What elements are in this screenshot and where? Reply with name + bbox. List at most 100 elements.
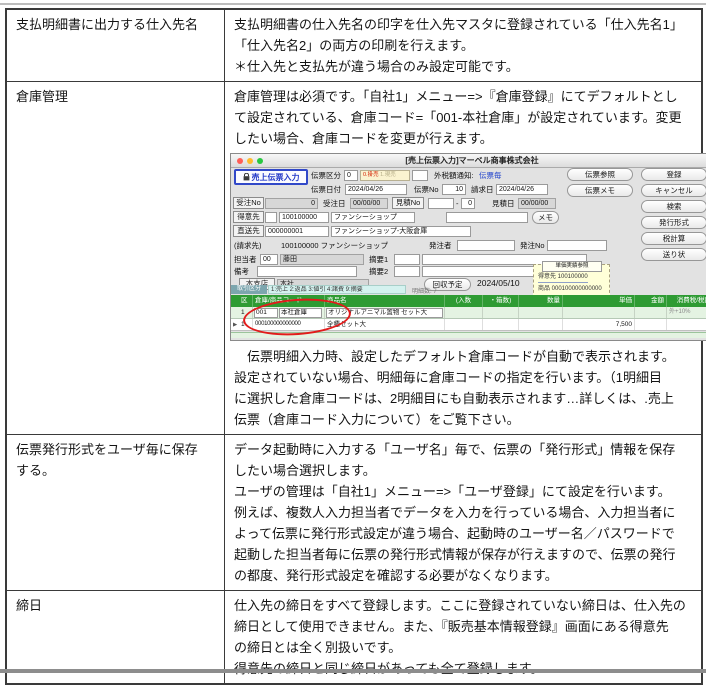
paragraph: 伝票明細入力時、設定したデフォルト倉庫コードが自動で表示されます。設定されていな… <box>234 346 697 430</box>
grid-header-hakosu: ・箱数) <box>483 295 519 307</box>
item-name: オリジナルアニマル置物 セット大 <box>326 308 443 318</box>
lock-icon <box>243 173 250 181</box>
tanka-tokuisaki: 得意先 100100000 <box>538 273 588 283</box>
item-code-cell: 000100000000000 <box>253 319 325 330</box>
grid-header-tanka: 単価 <box>563 295 635 307</box>
term-cell: 支払明細書に出力する仕入先名 <box>7 10 225 81</box>
tantosha-name-field: 藤田 <box>280 254 364 265</box>
tokuisaki-extra-field <box>446 212 528 223</box>
tax-notice-label: 外税額通知: <box>434 170 474 181</box>
suryo-cell <box>519 319 563 330</box>
tanka-jisseki-title: 単価実績参照 <box>542 261 602 272</box>
grid-row-warehouse: 1 001本社倉庫 オリジナルアニマル置物 セット大 外+10% <box>231 307 706 319</box>
tokuisaki-label: 得意先 <box>233 211 264 223</box>
tantosha-label: 担当者 <box>234 254 257 265</box>
hatchu-no-field <box>547 240 607 251</box>
denpyo-no-label: 伝票No <box>414 184 439 195</box>
mitsumori-no-field2: 0 <box>461 198 475 209</box>
tanka-cell: 7,500 <box>563 319 635 330</box>
current-row-pointer-icon: ▶ <box>231 319 239 330</box>
item-name-cell: 全種セット大 <box>325 319 445 330</box>
mitsumori-no-field1 <box>428 198 454 209</box>
embedded-screenshot: [売上伝票入力]マーベル商事株式会社 売上伝票入力 伝票区分 0 0.掛売 1.… <box>230 153 706 341</box>
item-name-cell: オリジナルアニマル置物 セット大 <box>325 307 445 318</box>
tax-notice-value: 伝票毎 <box>479 170 502 181</box>
desc-cell: データ起動時に入力する「ユーザ名」毎で、伝票の「発行形式」情報を保存したい場合選… <box>225 435 701 590</box>
toroku-button: 登録 <box>641 168 706 181</box>
row-pointer-cell <box>231 307 239 318</box>
top-divider <box>0 3 706 5</box>
torihiki-kubun-options: 1:売上 2:返品 3:値引 4:諸費 9:摘要 <box>268 285 406 294</box>
tantosha-code-field: 00 <box>260 254 278 265</box>
tanka-shohin: 商品 000100000000000 <box>538 285 602 294</box>
irisu-cell <box>445 319 483 330</box>
mode-button: 売上伝票入力 <box>234 169 308 185</box>
paragraph: 倉庫管理は必須です。「自社1」メニュー=>『倉庫登録』にてデフォルトとして設定さ… <box>234 86 697 149</box>
denpyo-kubun-label: 伝票区分 <box>311 170 341 181</box>
table-row: 支払明細書に出力する仕入先名 支払明細書の仕入先名の印字を仕入先マスタに登録され… <box>7 10 701 81</box>
biko-label: 備考 <box>234 266 249 277</box>
denpyo-date-label: 伝票日付 <box>311 184 341 195</box>
tokuisaki-subfield <box>265 212 277 223</box>
row-kubun-cell: 1 <box>239 307 253 318</box>
seikyusaki-value: 100100000 ファンシーショップ <box>281 240 388 251</box>
denpyo-no-field: 10 <box>442 184 466 195</box>
seikyu-date-label: 請求日 <box>471 184 494 195</box>
kaishu-yotei-date: 2024/05/10 <box>477 278 520 289</box>
grid-header-code: 倉庫/商品コード <box>253 295 325 307</box>
desc-cell: 倉庫管理は必須です。「自社1」メニュー=>『倉庫登録』にてデフォルトとして設定さ… <box>225 82 701 434</box>
hakko-keishiki-button: 発行形式 <box>641 216 706 229</box>
tokuisaki-name-field: ファンシーショップ <box>331 212 415 223</box>
grid-row-item: ▶ 1 000100000000000 全種セット大 7,500 <box>231 319 706 331</box>
denpyo-date-field: 2024/04/26 <box>345 184 407 195</box>
kensaku-button: 検索 <box>641 200 706 213</box>
mitsumori-no-label: 見積No <box>392 197 424 209</box>
grid-header: 区 倉庫/商品コード 商品名 (入数 ・箱数) 数量 単価 金額 消費税/税額 <box>231 295 706 307</box>
seikyu-date-field: 2024/04/26 <box>496 184 548 195</box>
juchu-date-label: 受注日 <box>323 198 346 209</box>
grid-row-partial <box>231 332 706 338</box>
biko-field <box>257 266 357 277</box>
hakosu-cell <box>483 307 519 318</box>
window-title: [売上伝票入力]マーベル商事株式会社 <box>231 155 706 167</box>
tekiyo2-field1 <box>394 266 420 277</box>
tax-rate-cell <box>667 319 706 330</box>
torihiki-kubun-label: 取引区分 <box>231 285 267 294</box>
zeikeisan-button: 税計算 <box>641 232 706 245</box>
kubun-option-inactive: 1.現売 <box>380 172 396 178</box>
juchu-no-label: 受注No <box>233 197 264 209</box>
tax-rate-cell: 外+10% <box>667 307 706 318</box>
mitsumori-date-label: 見積日 <box>492 198 515 209</box>
grid-header-ku: 区 <box>239 295 253 307</box>
hakosu-cell <box>483 319 519 330</box>
denpyo-kubun-field: 0 <box>344 170 358 181</box>
tanka-jisseki-box: 単価実績参照 得意先 100100000 商品 000100000000000 <box>533 264 610 298</box>
chokusosaki-name-field: ファンシーショップ-大阪倉庫 <box>331 226 471 237</box>
irisu-cell <box>445 307 483 318</box>
warehouse-name: 本社倉庫 <box>279 308 322 318</box>
kubun-options-field: 0.掛売 1.現売 <box>360 170 410 181</box>
meisai-count: 明細数: 7 <box>412 286 437 295</box>
kubun-option-active: 0.掛売 <box>363 172 379 178</box>
tekiyo2-label: 摘要2 <box>369 266 388 277</box>
settings-doc-table: 支払明細書に出力する仕入先名 支払明細書の仕入先名の印字を仕入先マスタに登録され… <box>5 8 703 685</box>
okurijo-button: 送り状 <box>641 248 706 261</box>
grid-header-pointer <box>231 295 239 307</box>
kingaku-cell <box>635 319 667 330</box>
row-kubun-cell: 1 <box>239 319 253 330</box>
hatchusha-field <box>457 240 515 251</box>
juchu-date-field: 00/00/00 <box>350 198 388 209</box>
hatchu-no-label: 発注No <box>520 240 545 251</box>
warehouse-code-cell: 001本社倉庫 <box>253 307 325 318</box>
tanka-cell <box>563 307 635 318</box>
grid-header-suryo: 数量 <box>519 295 563 307</box>
seikyusaki-label: (請求先) <box>234 240 262 251</box>
chokusosaki-code-field: 000000001 <box>265 226 329 237</box>
tekiyo1-label: 摘要1 <box>369 254 388 265</box>
table-row: 伝票発行形式をユーザ毎に保存する。 データ起動時に入力する「ユーザ名」毎で、伝票… <box>7 434 701 590</box>
suryo-cell <box>519 307 563 318</box>
denpyo-sansho-button: 伝票参照 <box>567 168 633 181</box>
mode-label: 売上伝票入力 <box>252 173 300 182</box>
desc-cell: 支払明細書の仕入先名の印字を仕入先マスタに登録されている「仕入先名1」「仕入先名… <box>225 10 701 81</box>
warehouse-code: 001 <box>254 308 278 318</box>
